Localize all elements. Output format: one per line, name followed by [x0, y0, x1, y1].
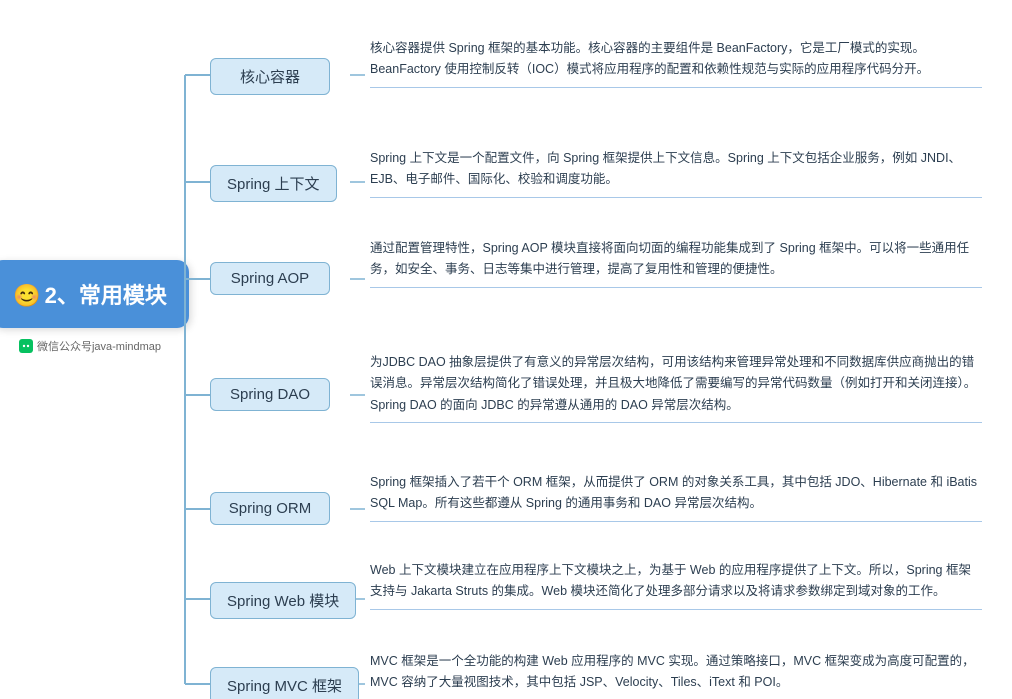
desc-box-node2: Spring 上下文是一个配置文件，向 Spring 框架提供上下文信息。Spr…: [370, 148, 982, 198]
right-panel: 核心容器 核心容器提供 Spring 框架的基本功能。核心容器的主要组件是 Bea…: [180, 0, 1012, 699]
main-node-emoji: 😊: [13, 283, 40, 308]
node-box-node4: Spring DAO: [210, 378, 330, 411]
left-panel: 😊2、常用模块 微信公众号java-mindmap: [0, 0, 180, 699]
node-box-node2: Spring 上下文: [210, 165, 337, 202]
desc-text-node4: 为JDBC DAO 抽象层提供了有意义的异常层次结构，可用该结构来管理异常处理和…: [370, 352, 982, 416]
node-box-node3: Spring AOP: [210, 262, 330, 295]
desc-text-node3: 通过配置管理特性，Spring AOP 模块直接将面向切面的编程功能集成到了 S…: [370, 238, 982, 281]
desc-box-node6: Web 上下文模块建立在应用程序上下文模块之上，为基于 Web 的应用程序提供了…: [370, 560, 982, 610]
desc-text-node7: MVC 框架是一个全功能的构建 Web 应用程序的 MVC 实现。通过策略接口，…: [370, 651, 982, 694]
desc-text-node5: Spring 框架插入了若干个 ORM 框架，从而提供了 ORM 的对象关系工具…: [370, 472, 982, 515]
wechat-text: 微信公众号java-mindmap: [37, 338, 161, 354]
node-box-node5: Spring ORM: [210, 492, 330, 525]
node-box-node6: Spring Web 模块: [210, 582, 356, 619]
desc-text-node1: 核心容器提供 Spring 框架的基本功能。核心容器的主要组件是 BeanFac…: [370, 38, 982, 81]
desc-box-node7: MVC 框架是一个全功能的构建 Web 应用程序的 MVC 实现。通过策略接口，…: [370, 651, 982, 699]
wechat-icon: [19, 339, 33, 353]
node-box-node1: 核心容器: [210, 58, 330, 95]
desc-box-node5: Spring 框架插入了若干个 ORM 框架，从而提供了 ORM 的对象关系工具…: [370, 472, 982, 522]
main-node-title: 2、常用模块: [45, 283, 167, 308]
wechat-label: 微信公众号java-mindmap: [19, 338, 161, 354]
desc-box-node3: 通过配置管理特性，Spring AOP 模块直接将面向切面的编程功能集成到了 S…: [370, 238, 982, 288]
desc-text-node6: Web 上下文模块建立在应用程序上下文模块之上，为基于 Web 的应用程序提供了…: [370, 560, 982, 603]
main-node: 😊2、常用模块: [0, 260, 189, 328]
desc-box-node1: 核心容器提供 Spring 框架的基本功能。核心容器的主要组件是 BeanFac…: [370, 38, 982, 88]
mind-map-container: 核心容器 核心容器提供 Spring 框架的基本功能。核心容器的主要组件是 Bea…: [180, 10, 992, 689]
desc-text-node2: Spring 上下文是一个配置文件，向 Spring 框架提供上下文信息。Spr…: [370, 148, 982, 191]
node-box-node7: Spring MVC 框架: [210, 667, 359, 699]
desc-box-node4: 为JDBC DAO 抽象层提供了有意义的异常层次结构，可用该结构来管理异常处理和…: [370, 352, 982, 423]
